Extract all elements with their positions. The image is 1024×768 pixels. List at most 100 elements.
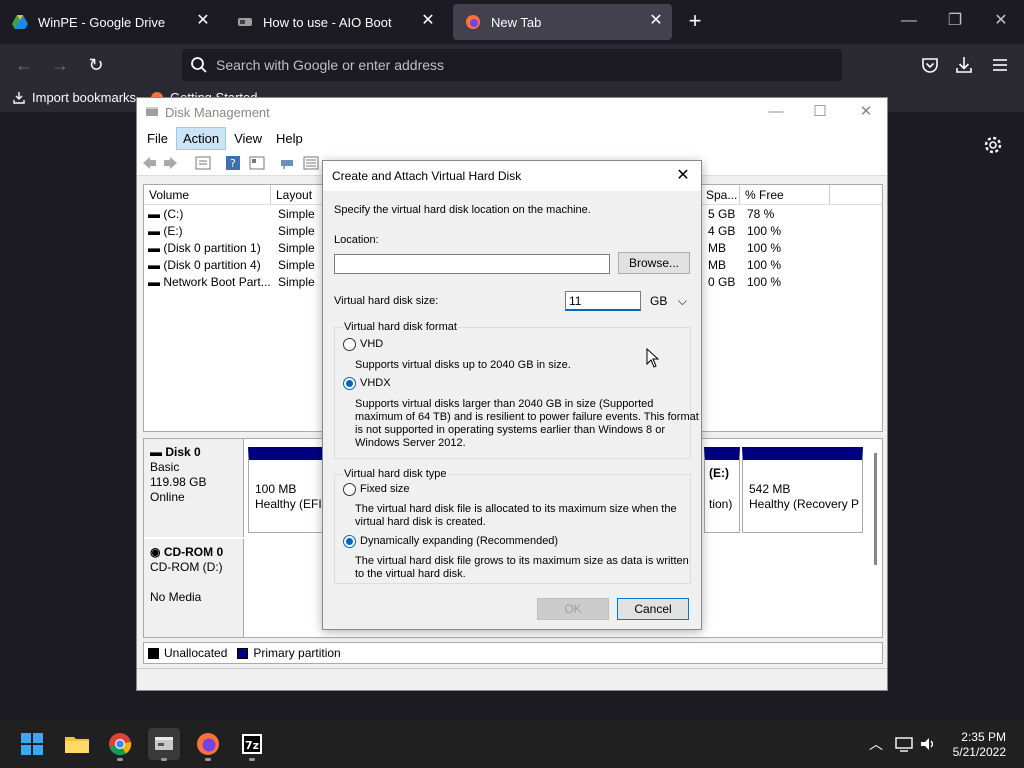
7zip-taskbar-button[interactable]: 7z — [236, 728, 268, 761]
show-hidden-icons-icon[interactable]: ︿ — [866, 734, 886, 754]
vhdx-radio[interactable] — [343, 377, 356, 390]
tab-new-tab[interactable]: New Tab ✕ — [453, 4, 672, 40]
browser-tab-bar: WinPE - Google Drive ✕ How to use - AIO … — [0, 0, 1024, 44]
forward-icon[interactable]: → — [48, 53, 72, 77]
new-tab-button[interactable]: + — [684, 10, 706, 32]
disk-0-info[interactable]: ▬ Disk 0 Basic 119.98 GB Online — [144, 439, 244, 537]
drive-icon: ▬ — [148, 207, 164, 221]
close-browser-button[interactable]: ✕ — [990, 10, 1012, 32]
close-tab-icon[interactable]: ✕ — [420, 13, 436, 29]
table-row[interactable]: ▬ (E:) — [148, 223, 183, 240]
dialog-close-button[interactable]: ✕ — [673, 166, 693, 186]
volume-layout: Simple — [278, 241, 315, 255]
pocket-icon[interactable] — [918, 53, 942, 77]
dynamic-label[interactable]: Dynamically expanding (Recommended) — [360, 535, 558, 547]
properties-icon[interactable] — [195, 155, 211, 171]
legend-unallocated: Unallocated — [164, 646, 228, 660]
disk-management-title-bar[interactable]: Disk Management — ☐ ✕ — [137, 98, 887, 126]
forward-icon[interactable] — [163, 155, 179, 171]
fixed-size-radio[interactable] — [343, 483, 356, 496]
table-row[interactable]: ▬ (Disk 0 partition 4) — [148, 257, 261, 274]
firefox-icon — [197, 733, 219, 755]
partition-efi[interactable]: 100 MB Healthy (EFI S — [248, 447, 324, 533]
column-percent-free[interactable]: % Free — [740, 185, 830, 204]
vhdx-description-line-3: is not supported in operating systems ea… — [355, 424, 665, 436]
menu-help[interactable]: Help — [270, 128, 309, 149]
running-indicator — [249, 758, 255, 761]
close-button[interactable]: ✕ — [855, 102, 877, 122]
tab-how-to-use-aio-boot[interactable]: How to use - AIO Boot ✕ — [225, 0, 450, 44]
partition-e[interactable]: (E:) tion) — [704, 447, 740, 533]
dynamic-description-line-1: The virtual hard disk file grows to its … — [355, 555, 689, 567]
chrome-button[interactable] — [104, 728, 136, 761]
cancel-button[interactable]: Cancel — [617, 598, 689, 620]
partition-status: Healthy (EFI S — [255, 497, 323, 511]
search-icon — [191, 57, 207, 73]
view-icon[interactable] — [249, 155, 265, 171]
file-explorer-icon[interactable] — [61, 728, 93, 760]
start-icon[interactable] — [16, 728, 48, 760]
reload-icon[interactable]: ↻ — [84, 53, 108, 77]
volume-layout: Simple — [278, 258, 315, 272]
size-unit-select[interactable]: GB ⌵ — [647, 291, 691, 311]
vhdx-label[interactable]: VHDX — [360, 377, 391, 389]
close-tab-icon[interactable]: ✕ — [195, 13, 211, 29]
disk-0-status: Online — [150, 490, 185, 504]
menu-view[interactable]: View — [228, 128, 268, 149]
connect-icon[interactable] — [279, 155, 295, 171]
downloads-icon[interactable] — [952, 53, 976, 77]
volume-name: Network Boot Part... — [163, 275, 271, 289]
cdrom-0-info[interactable]: ◉ CD-ROM 0 CD-ROM (D:) No Media — [144, 539, 244, 637]
volume-icon[interactable] — [918, 734, 938, 754]
vhd-label[interactable]: VHD — [360, 338, 383, 350]
column-layout[interactable]: Layout — [271, 185, 323, 204]
location-label: Location: — [334, 234, 379, 246]
import-bookmarks-link[interactable]: Import bookmarks... — [12, 90, 147, 105]
help-icon[interactable]: ? — [225, 155, 241, 171]
firefox-icon — [466, 15, 480, 29]
import-icon — [13, 91, 25, 104]
location-input[interactable] — [334, 254, 610, 274]
vhd-radio[interactable] — [343, 338, 356, 351]
volume-name: (C:) — [163, 207, 184, 221]
browse-button[interactable]: Browse... — [618, 252, 690, 274]
back-icon[interactable] — [141, 155, 157, 171]
fixed-size-label[interactable]: Fixed size — [360, 483, 410, 495]
menu-icon[interactable] — [988, 53, 1012, 77]
gear-icon[interactable] — [982, 134, 1004, 156]
ok-button[interactable]: OK — [537, 598, 609, 620]
column-volume[interactable]: Volume — [144, 185, 271, 204]
menu-file[interactable]: File — [141, 128, 174, 149]
system-clock[interactable]: 2:35 PM 5/21/2022 — [953, 730, 1006, 760]
tab-label: WinPE - Google Drive — [38, 14, 166, 30]
close-tab-icon[interactable]: ✕ — [648, 13, 664, 29]
restore-browser-button[interactable]: ❐ — [944, 10, 966, 32]
table-row[interactable]: ▬ (Disk 0 partition 1) — [148, 240, 261, 257]
disk-management-taskbar-button[interactable] — [148, 728, 180, 761]
maximize-button[interactable]: ☐ — [809, 102, 831, 122]
menu-bar: File Action View Help — [137, 126, 887, 150]
tab-winpe-google-drive[interactable]: WinPE - Google Drive ✕ — [0, 0, 225, 44]
network-icon[interactable] — [894, 734, 914, 754]
column-free-space[interactable]: Spa... — [701, 185, 740, 204]
volume-percent-free: 100 % — [747, 258, 782, 272]
cdrom-0-name: ◉ CD-ROM 0 — [150, 545, 224, 559]
address-bar[interactable]: Search with Google or enter address — [182, 49, 842, 81]
list-icon[interactable] — [303, 155, 319, 171]
size-input[interactable] — [565, 291, 641, 311]
scrollbar-vertical[interactable] — [874, 453, 877, 565]
dynamic-radio[interactable] — [343, 535, 356, 548]
table-row[interactable]: ▬ (C:) — [148, 206, 183, 223]
volume-layout: Simple — [278, 224, 315, 238]
menu-action[interactable]: Action — [175, 126, 227, 150]
minimize-button[interactable]: — — [765, 102, 787, 122]
partition-recovery[interactable]: 542 MB Healthy (Recovery P — [742, 447, 863, 533]
volume-layout: Simple — [278, 207, 315, 221]
drive-icon: ▬ — [148, 241, 164, 255]
table-row[interactable]: ▬ Network Boot Part... — [148, 274, 271, 291]
minimize-browser-button[interactable]: — — [898, 10, 920, 32]
partition-status: tion) — [709, 497, 733, 511]
vhdx-description-line-1: Supports virtual disks larger than 2040 … — [355, 398, 654, 410]
back-icon[interactable]: ← — [12, 53, 36, 77]
firefox-taskbar-button[interactable] — [192, 728, 224, 761]
